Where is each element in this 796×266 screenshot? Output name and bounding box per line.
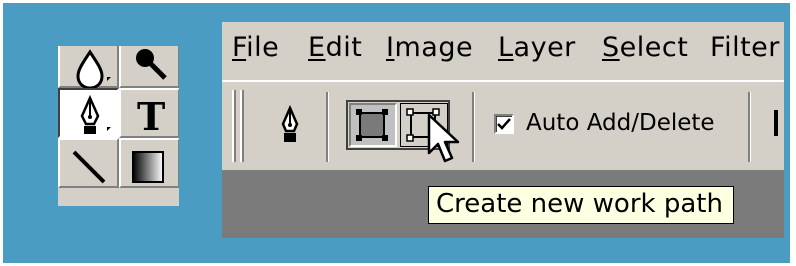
water-drop-icon [76,49,104,90]
menu-file[interactable]: File [232,32,279,63]
shape-layer-icon [356,109,388,141]
menu-edit[interactable]: Edit [308,32,362,63]
burn-icon [136,49,167,80]
toolbar-separator [472,92,475,162]
pen-icon [281,104,299,142]
submenu-indicator [107,127,111,131]
options-bar: Auto Add/Delete [222,80,784,170]
checkmark-icon [497,118,511,130]
toolbox: T [58,46,179,206]
blur-tool-button[interactable] [58,46,119,90]
toolbar-grip[interactable] [240,90,244,162]
menu-image[interactable]: Image [386,32,473,63]
truncated-control [774,110,778,136]
line-tool-button[interactable] [58,138,119,188]
line-icon [72,150,106,184]
pen-icon [80,94,100,134]
type-tool-button[interactable]: T [119,88,179,139]
toolbar-separator [326,92,329,162]
mouse-cursor-icon [427,113,460,163]
menu-bar: File Edit Image Layer Select Filter [222,22,784,78]
menu-filter[interactable]: Filter [710,32,780,63]
submenu-indicator [107,77,111,81]
auto-add-delete-checkbox[interactable] [494,114,514,134]
svg-text:T: T [137,94,165,139]
tooltip: Create new work path [428,186,734,224]
menu-layer[interactable]: Layer [498,32,576,63]
toolbar-separator [748,92,751,162]
toolbar-grip[interactable] [232,90,236,162]
auto-add-delete-label: Auto Add/Delete [526,110,715,136]
type-icon: T [137,94,165,139]
gradient-tool-button[interactable] [119,138,179,188]
tooltip-text: Create new work path [436,189,723,219]
menu-select[interactable]: Select [602,32,688,63]
create-shape-layer-button[interactable] [349,103,397,147]
pen-tool-preset-button[interactable] [268,98,312,154]
burn-tool-button[interactable] [119,46,179,88]
gradient-icon [132,151,164,183]
pen-tool-button[interactable] [58,88,119,138]
